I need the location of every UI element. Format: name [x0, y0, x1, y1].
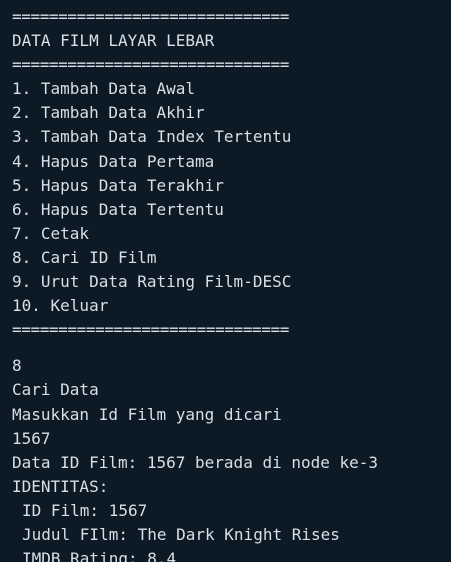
menu-item-keluar: 10. Keluar [12, 296, 109, 316]
user-input-id: 1567 [12, 428, 51, 448]
menu-title: DATA FILM LAYAR LEBAR [12, 31, 215, 51]
menu-item-tambah-awal: 1. Tambah Data Awal [12, 79, 196, 99]
menu-item-urut-rating: 9. Urut Data Rating Film-DESC [12, 272, 292, 292]
menu-item-hapus-pertama: 4. Hapus Data Pertama [12, 151, 215, 171]
menu-item-cetak: 7. Cetak [12, 223, 90, 243]
terminal-output[interactable]: ============================== DATA FILM… [0, 0, 451, 562]
menu-item-cari-id: 8. Cari ID Film [12, 247, 157, 267]
user-choice: 8 [12, 356, 22, 376]
search-prompt: Masukkan Id Film yang dicari [12, 404, 282, 424]
identity-rating: IMDB Rating: 8.4 [22, 549, 177, 562]
search-result: Data ID Film: 1567 berada di node ke-3 [12, 452, 379, 472]
search-heading: Cari Data [12, 380, 99, 400]
menu-item-hapus-tertentu: 6. Hapus Data Tertentu [12, 199, 224, 219]
identity-title: Judul FIlm: The Dark Knight Rises [22, 524, 340, 544]
separator-title: ============================== [12, 55, 289, 75]
menu-item-tambah-akhir: 2. Tambah Data Akhir [12, 103, 205, 123]
menu-item-hapus-terakhir: 5. Hapus Data Terakhir [12, 175, 224, 195]
separator-bottom: ============================== [12, 320, 289, 340]
identity-heading: IDENTITAS: [12, 476, 109, 496]
menu-item-tambah-index: 3. Tambah Data Index Tertentu [12, 127, 292, 147]
identity-id: ID Film: 1567 [22, 500, 148, 520]
separator-top: ============================== [12, 7, 289, 26]
